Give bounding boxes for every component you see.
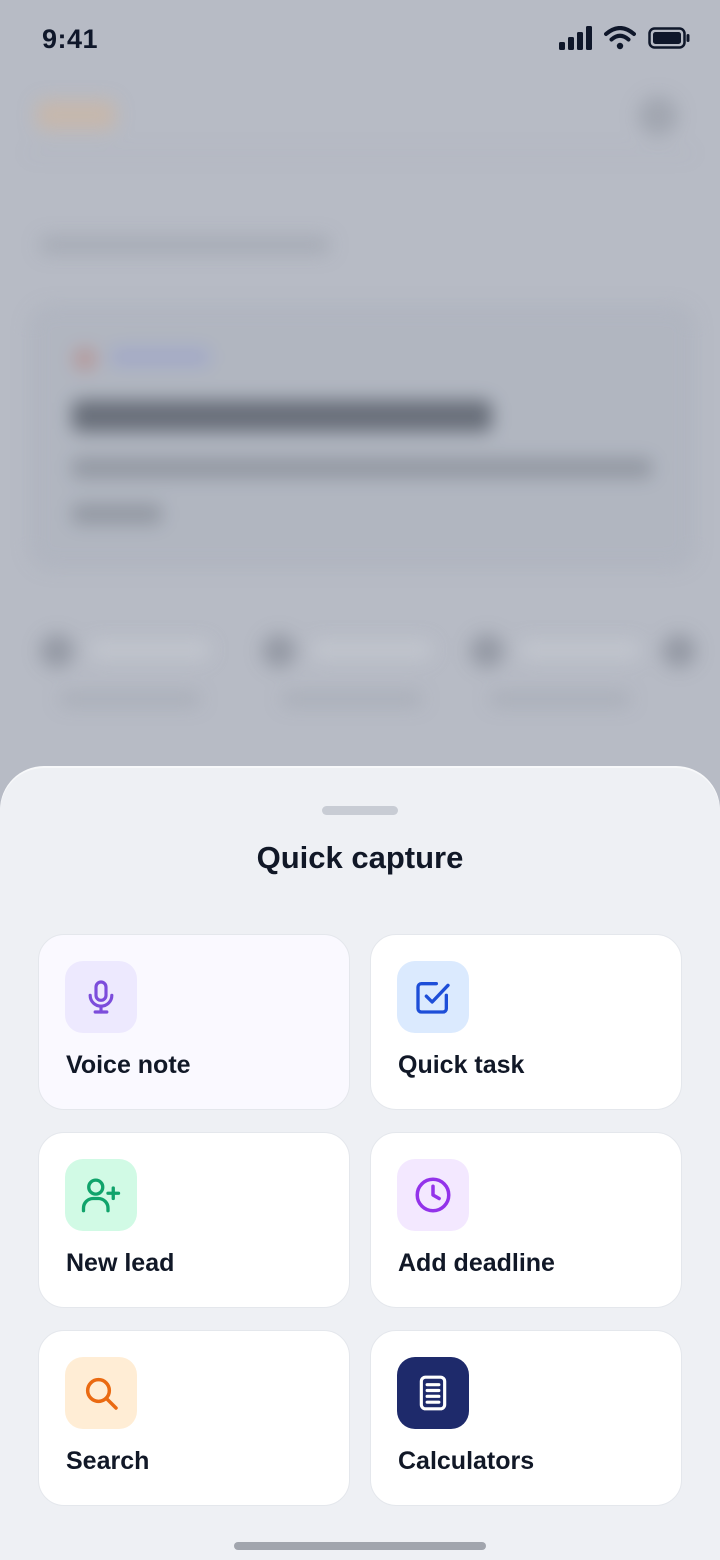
- new-lead-button[interactable]: New lead: [38, 1132, 350, 1308]
- quick-task-button[interactable]: Quick task: [370, 934, 682, 1110]
- background-stats: [40, 628, 720, 718]
- new-lead-label: New lead: [66, 1249, 175, 1277]
- background-stat: [470, 628, 650, 718]
- microphone-icon: [88, 980, 114, 1014]
- background-stat-icon: [470, 634, 504, 668]
- calculators-label: Calculators: [398, 1447, 535, 1475]
- sheet-title: Quick capture: [256, 840, 464, 875]
- background-card-heading: [72, 400, 492, 432]
- battery-icon: [648, 27, 690, 49]
- calculators-button[interactable]: Calculators: [370, 1330, 682, 1506]
- background-card: [30, 306, 694, 568]
- background-stat: [262, 628, 442, 718]
- sheet-drag-handle[interactable]: [322, 806, 398, 815]
- search-label: Search: [66, 1447, 150, 1475]
- voice-note-icon-container: [65, 961, 137, 1033]
- home-indicator[interactable]: [234, 1542, 486, 1550]
- background-card-dot: [74, 348, 96, 370]
- background-logo: [36, 100, 116, 130]
- calculator-icon: [419, 1375, 447, 1411]
- background-stat-text: [312, 640, 432, 660]
- background-stat-sub: [60, 692, 200, 706]
- background-stat: [40, 628, 220, 718]
- background-header: [28, 82, 692, 154]
- background-stat-icon: [262, 634, 296, 668]
- status-icons: [558, 26, 690, 50]
- add-deadline-icon-container: [397, 1159, 469, 1231]
- status-time: 9:41: [42, 24, 99, 54]
- quick-task-icon-container: [397, 961, 469, 1033]
- background-subtitle-placeholder: [40, 236, 330, 254]
- status-bar: 9:41: [0, 0, 720, 80]
- search-button[interactable]: Search: [38, 1330, 350, 1506]
- add-deadline-button[interactable]: Add deadline: [370, 1132, 682, 1308]
- background-app-blurred: [0, 0, 720, 800]
- background-stat-icon: [662, 634, 696, 668]
- background-card-line: [72, 504, 162, 524]
- add-deadline-label: Add deadline: [398, 1249, 555, 1277]
- user-plus-icon: [81, 1178, 121, 1213]
- search-icon: [85, 1377, 118, 1410]
- background-stat-text: [520, 640, 640, 660]
- background-card-line: [72, 458, 652, 478]
- background-card-tag: [110, 348, 210, 366]
- quick-task-label: Quick task: [398, 1051, 525, 1079]
- clock-icon: [415, 1177, 451, 1213]
- voice-note-button[interactable]: Voice note: [38, 934, 350, 1110]
- background-stat-sub: [490, 692, 630, 706]
- background-avatar: [638, 96, 678, 136]
- voice-note-label: Voice note: [66, 1051, 191, 1079]
- quick-capture-sheet: Quick capture Voice note Quick task New …: [0, 768, 720, 1560]
- search-icon-container: [65, 1357, 137, 1429]
- background-stat-icon: [40, 634, 74, 668]
- background-stat: [662, 628, 720, 718]
- action-grid: Voice note Quick task New lead Add deadl…: [38, 934, 682, 1506]
- new-lead-icon-container: [65, 1159, 137, 1231]
- cellular-signal-icon: [559, 26, 592, 50]
- wifi-icon: [604, 26, 636, 50]
- background-stat-text: [90, 640, 210, 660]
- background-stat-sub: [282, 692, 422, 706]
- calculators-icon-container: [397, 1357, 469, 1429]
- checkbox-icon: [416, 982, 450, 1014]
